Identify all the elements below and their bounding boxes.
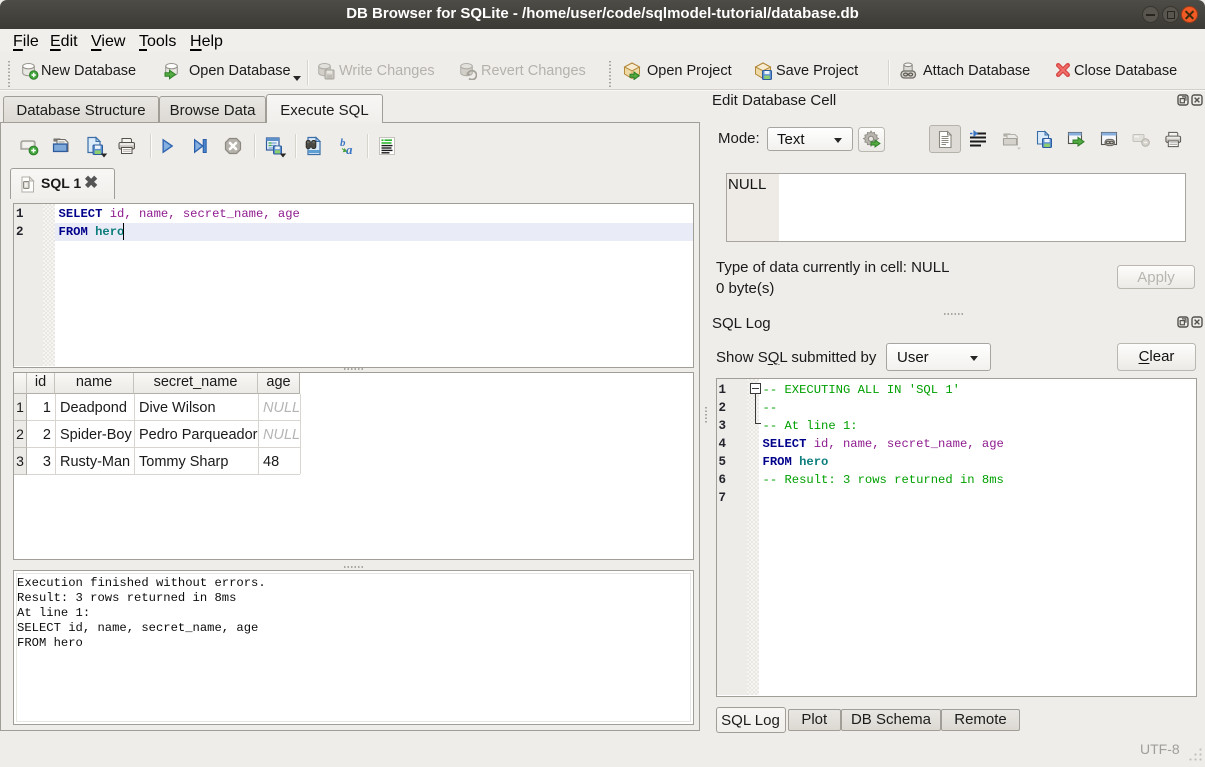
- svg-text:a: a: [346, 142, 353, 156]
